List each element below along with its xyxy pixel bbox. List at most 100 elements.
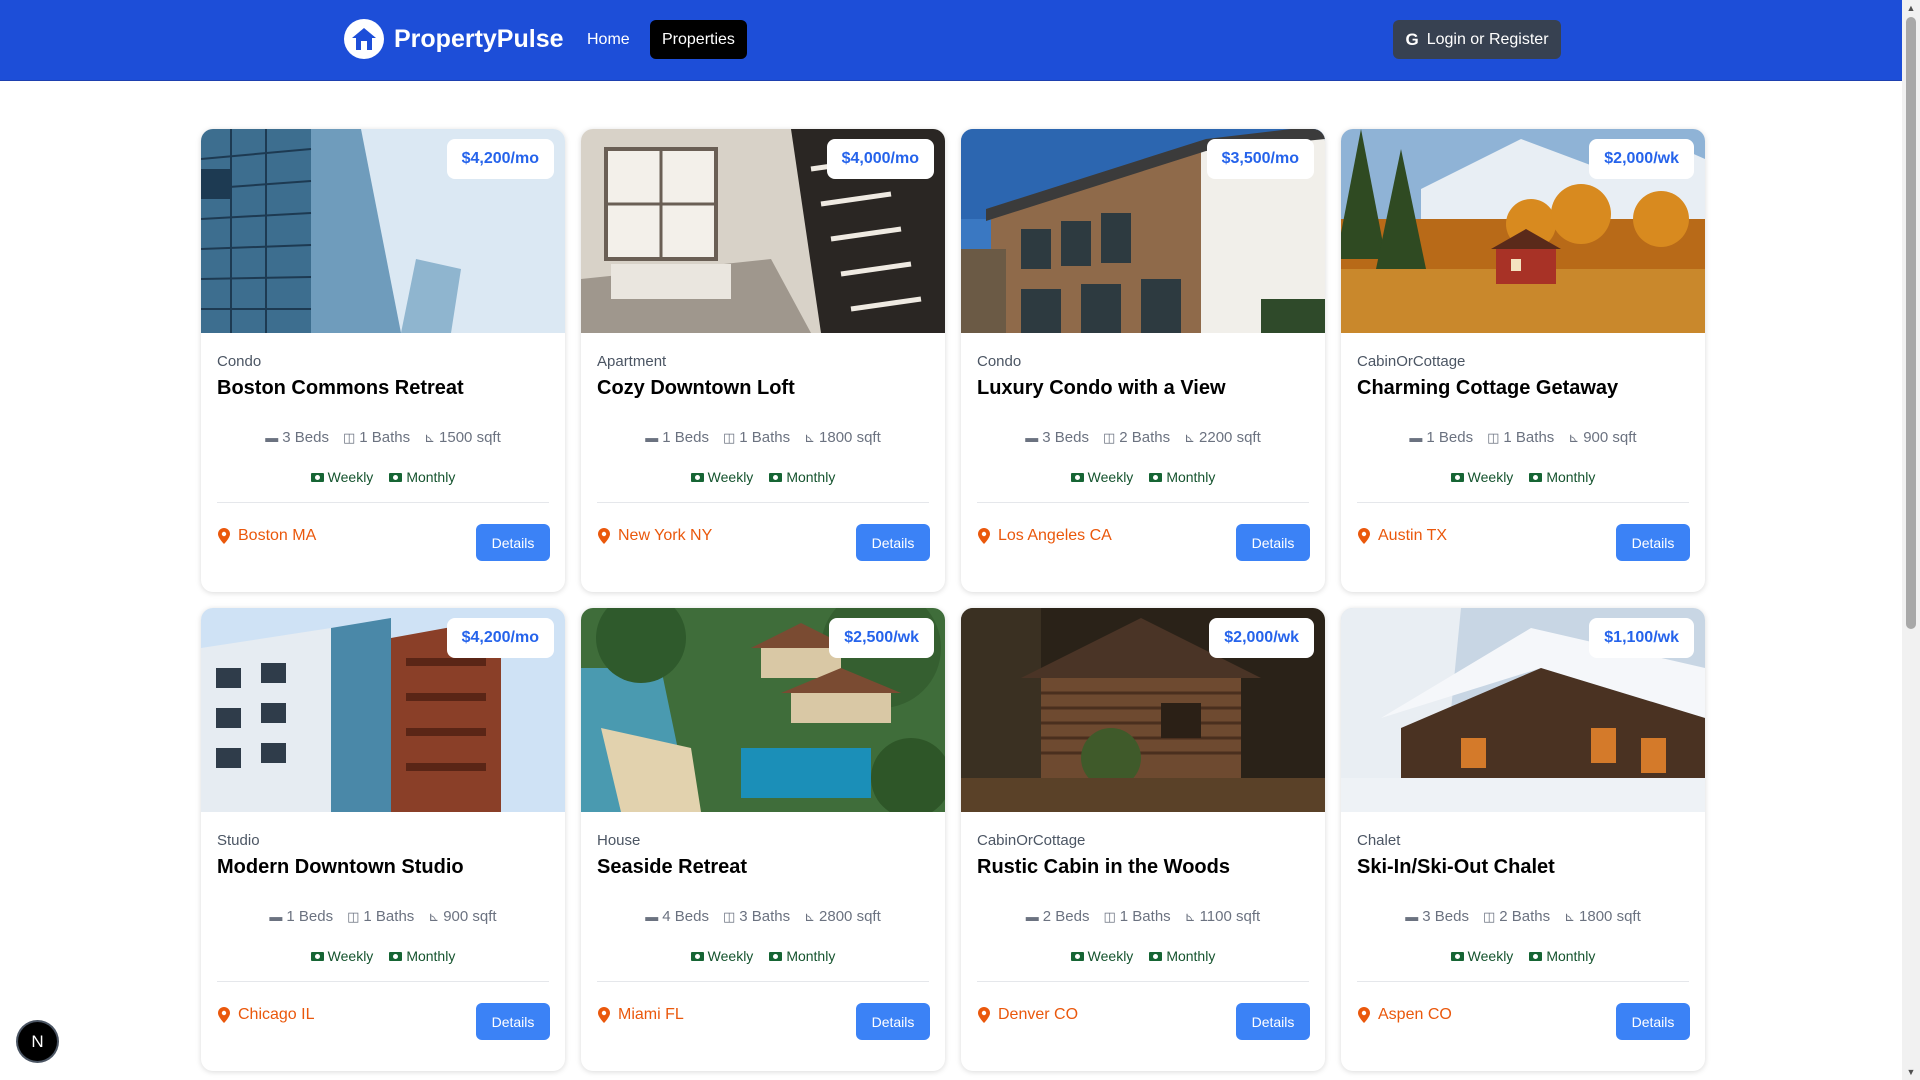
location-text: Los Angeles CA: [998, 527, 1112, 544]
property-type: House: [597, 832, 641, 849]
brand-logo-link[interactable]: PropertyPulse: [344, 19, 564, 59]
property-name: Luxury Condo with a View: [977, 377, 1226, 399]
details-button[interactable]: Details: [1616, 524, 1690, 561]
property-image-tropical-villa[interactable]: $2,500/wk: [581, 608, 945, 812]
property-type: Studio: [217, 832, 260, 849]
property-type: CabinOrCottage: [977, 832, 1086, 849]
weekly-label: Weekly: [327, 469, 374, 485]
ruler-icon: ⊾: [1184, 908, 1196, 924]
card-divider: [977, 502, 1309, 503]
location-text: Austin TX: [1378, 527, 1448, 544]
nav-properties-link[interactable]: Properties: [650, 20, 747, 59]
beds-count: 1 Beds: [286, 908, 334, 925]
card-divider: [1357, 502, 1689, 503]
ruler-icon: ⊾: [804, 429, 816, 445]
rate-badge: $2,000/wk: [1589, 139, 1694, 179]
card-divider: [597, 502, 929, 503]
bath-icon: ◫: [722, 429, 736, 445]
property-name: Seaside Retreat: [597, 856, 748, 878]
monthly-label: Monthly: [1166, 948, 1216, 964]
rate-options: Weekly Monthly: [1341, 948, 1705, 964]
property-location: Chicago IL: [218, 1006, 315, 1024]
bed-icon: ▬: [265, 430, 279, 445]
details-button[interactable]: Details: [1236, 524, 1310, 561]
property-name: Modern Downtown Studio: [217, 856, 464, 878]
beds-count: 3 Beds: [282, 429, 329, 446]
bath-icon: ◫: [342, 429, 356, 445]
property-location: Miami FL: [598, 1006, 684, 1024]
details-button[interactable]: Details: [1616, 1003, 1690, 1040]
property-image-glass-tower[interactable]: $4,200/mo: [201, 129, 565, 333]
nextjs-dev-indicator[interactable]: N: [18, 1022, 57, 1061]
ruler-icon: ⊾: [424, 429, 436, 445]
house-logo-icon: [344, 19, 384, 59]
baths-count: 1 Baths: [739, 429, 791, 446]
monthly-label: Monthly: [1546, 948, 1596, 964]
details-button[interactable]: Details: [856, 1003, 930, 1040]
details-button[interactable]: Details: [476, 1003, 550, 1040]
baths-count: 2 Baths: [1119, 429, 1171, 446]
property-image-loft-interior[interactable]: $4,000/mo: [581, 129, 945, 333]
scroll-down-arrow-icon[interactable]: ▼: [1902, 1064, 1920, 1080]
square-feet: 1100 sqft: [1199, 908, 1261, 925]
nav-home-link[interactable]: Home: [575, 20, 642, 59]
bed-icon: ▬: [1025, 909, 1039, 924]
rate-badge: $3,500/mo: [1206, 139, 1314, 179]
property-image-snowy-chalet[interactable]: $1,100/wk: [1341, 608, 1705, 812]
monthly-label: Monthly: [786, 948, 836, 964]
brand-name: PropertyPulse: [394, 24, 564, 53]
property-card: $2,000/wk CabinOrCottage Charming Cottag…: [1341, 129, 1705, 592]
weekly-label: Weekly: [1467, 469, 1514, 485]
property-name: Ski-In/Ski-Out Chalet: [1357, 856, 1555, 878]
ruler-icon: ⊾: [428, 908, 440, 924]
monthly-label: Monthly: [406, 469, 456, 485]
property-features: ▬ 1 Beds ◫ 1 Baths ⊾ 900 sqft: [201, 908, 565, 925]
bed-icon: ▬: [645, 430, 659, 445]
money-bill-icon: [310, 472, 324, 482]
bed-icon: ▬: [1409, 430, 1423, 445]
ruler-icon: ⊾: [1184, 429, 1196, 445]
details-button[interactable]: Details: [856, 524, 930, 561]
rate-options: Weekly Monthly: [201, 469, 565, 485]
bath-icon: ◫: [1103, 908, 1116, 924]
property-card: $4,200/mo Condo Boston Commons Retreat ▬…: [201, 129, 565, 592]
baths-count: 1 Baths: [359, 429, 411, 446]
bath-icon: ◫: [1102, 429, 1116, 445]
property-features: ▬ 3 Beds ◫ 2 Baths ⊾ 2200 sqft: [961, 429, 1325, 446]
map-pin-icon: [978, 528, 990, 544]
baths-count: 1 Baths: [363, 908, 415, 925]
money-bill-icon: [1529, 472, 1543, 482]
ruler-icon: ⊾: [804, 908, 816, 924]
bed-icon: ▬: [1025, 430, 1039, 445]
rate-badge: $4,200/mo: [446, 139, 554, 179]
square-feet: 1500 sqft: [439, 429, 501, 446]
scroll-thumb[interactable]: [1906, 17, 1916, 629]
property-type: Condo: [217, 353, 262, 370]
property-type: Chalet: [1357, 832, 1401, 849]
page-scrollbar[interactable]: ▲ ▼: [1902, 0, 1920, 1080]
details-button[interactable]: Details: [476, 524, 550, 561]
map-pin-icon: [1358, 528, 1370, 544]
login-register-button[interactable]: G Login or Register: [1393, 20, 1561, 59]
property-features: ▬ 1 Beds ◫ 1 Baths ⊾ 1800 sqft: [581, 429, 945, 446]
beds-count: 1 Beds: [1426, 429, 1474, 446]
property-location: Austin TX: [1358, 527, 1447, 545]
property-image-brick-apartments[interactable]: $4,200/mo: [201, 608, 565, 812]
property-location: New York NY: [598, 527, 712, 545]
google-icon: G: [1405, 29, 1419, 49]
property-image-log-cabin[interactable]: $2,000/wk: [961, 608, 1325, 812]
property-image-autumn-cottage[interactable]: $2,000/wk: [1341, 129, 1705, 333]
location-text: Boston MA: [238, 527, 317, 544]
property-image-modern-house[interactable]: $3,500/mo: [961, 129, 1325, 333]
details-button[interactable]: Details: [1236, 1003, 1310, 1040]
ruler-icon: ⊾: [1564, 908, 1576, 924]
money-bill-icon: [769, 472, 783, 482]
property-location: Boston MA: [218, 527, 316, 545]
beds-count: 2 Beds: [1042, 908, 1090, 925]
rate-options: Weekly Monthly: [961, 469, 1325, 485]
property-features: ▬ 4 Beds ◫ 3 Baths ⊾ 2800 sqft: [581, 908, 945, 925]
card-divider: [977, 981, 1309, 982]
property-features: ▬ 3 Beds ◫ 2 Baths ⊾ 1800 sqft: [1341, 908, 1705, 925]
scroll-up-arrow-icon[interactable]: ▲: [1902, 0, 1920, 16]
money-bill-icon: [1070, 951, 1084, 961]
